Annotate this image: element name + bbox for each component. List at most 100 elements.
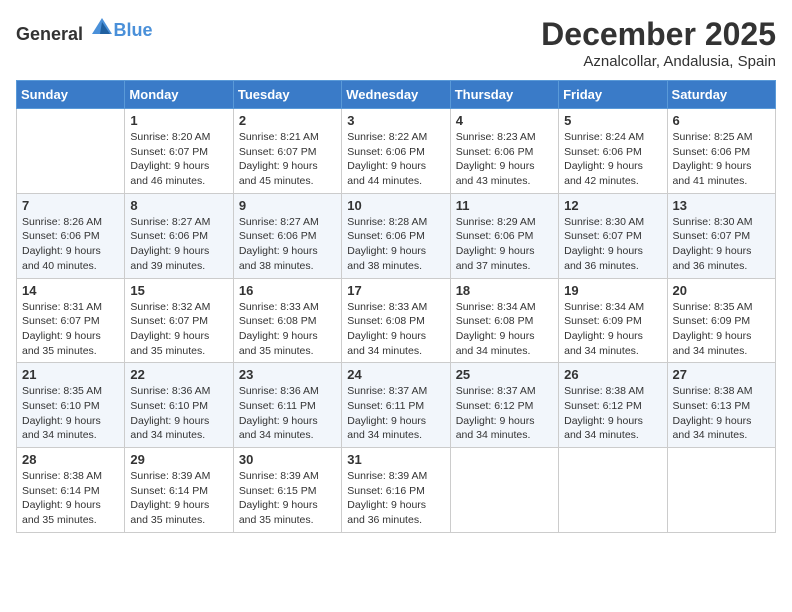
weekday-header-row: Sunday Monday Tuesday Wednesday Thursday… [17,81,776,109]
day-number: 5 [564,113,661,128]
day-info: Sunrise: 8:39 AM Sunset: 6:15 PM Dayligh… [239,469,336,528]
day-info: Sunrise: 8:39 AM Sunset: 6:16 PM Dayligh… [347,469,444,528]
table-row: 18 Sunrise: 8:34 AM Sunset: 6:08 PM Dayli… [450,278,558,363]
day-info: Sunrise: 8:25 AM Sunset: 6:06 PM Dayligh… [673,130,770,189]
day-info: Sunrise: 8:34 AM Sunset: 6:09 PM Dayligh… [564,300,661,359]
day-number: 28 [22,452,119,467]
day-info: Sunrise: 8:27 AM Sunset: 6:06 PM Dayligh… [130,215,227,274]
header-wednesday: Wednesday [342,81,450,109]
header-friday: Friday [559,81,667,109]
header-thursday: Thursday [450,81,558,109]
day-number: 3 [347,113,444,128]
table-row: 27 Sunrise: 8:38 AM Sunset: 6:13 PM Dayli… [667,363,775,448]
day-number: 24 [347,367,444,382]
day-number: 22 [130,367,227,382]
table-row: 15 Sunrise: 8:32 AM Sunset: 6:07 PM Dayli… [125,278,233,363]
day-number: 11 [456,198,553,213]
month-title: December 2025 [541,16,776,53]
table-row: 13Sunrise: 8:30 AM Sunset: 6:07 PM Dayli… [667,193,775,278]
day-info: Sunrise: 8:33 AM Sunset: 6:08 PM Dayligh… [347,300,444,359]
day-number: 9 [239,198,336,213]
day-info: Sunrise: 8:22 AM Sunset: 6:06 PM Dayligh… [347,130,444,189]
week-row-4: 21 Sunrise: 8:35 AM Sunset: 6:10 PM Dayli… [17,363,776,448]
day-info: Sunrise: 8:38 AM Sunset: 6:14 PM Dayligh… [22,469,119,528]
day-number: 18 [456,283,553,298]
table-row: 17 Sunrise: 8:33 AM Sunset: 6:08 PM Dayli… [342,278,450,363]
day-number: 16 [239,283,336,298]
day-number: 31 [347,452,444,467]
table-row: 12 Sunrise: 8:30 AM Sunset: 6:07 PM Dayli… [559,193,667,278]
day-number: 25 [456,367,553,382]
table-row [667,448,775,533]
week-row-2: 7Sunrise: 8:26 AM Sunset: 6:06 PM Daylig… [17,193,776,278]
logo-general: General [16,24,83,44]
day-info: Sunrise: 8:37 AM Sunset: 6:11 PM Dayligh… [347,384,444,443]
day-number: 27 [673,367,770,382]
day-info: Sunrise: 8:39 AM Sunset: 6:14 PM Dayligh… [130,469,227,528]
table-row: 9Sunrise: 8:27 AM Sunset: 6:06 PM Daylig… [233,193,341,278]
day-info: Sunrise: 8:35 AM Sunset: 6:10 PM Dayligh… [22,384,119,443]
day-info: Sunrise: 8:35 AM Sunset: 6:09 PM Dayligh… [673,300,770,359]
table-row: 4Sunrise: 8:23 AM Sunset: 6:06 PM Daylig… [450,109,558,194]
table-row: 6Sunrise: 8:25 AM Sunset: 6:06 PM Daylig… [667,109,775,194]
day-info: Sunrise: 8:29 AM Sunset: 6:06 PM Dayligh… [456,215,553,274]
logo: General Blue [16,16,153,45]
day-number: 19 [564,283,661,298]
day-number: 17 [347,283,444,298]
day-number: 23 [239,367,336,382]
logo-blue: Blue [114,20,153,40]
table-row: 24 Sunrise: 8:37 AM Sunset: 6:11 PM Dayli… [342,363,450,448]
table-row [17,109,125,194]
day-number: 7 [22,198,119,213]
table-row: 29 Sunrise: 8:39 AM Sunset: 6:14 PM Dayli… [125,448,233,533]
header-sunday: Sunday [17,81,125,109]
table-row: 10 Sunrise: 8:28 AM Sunset: 6:06 PM Dayli… [342,193,450,278]
table-row: 23 Sunrise: 8:36 AM Sunset: 6:11 PM Dayli… [233,363,341,448]
day-number: 13 [673,198,770,213]
day-number: 26 [564,367,661,382]
day-info: Sunrise: 8:28 AM Sunset: 6:06 PM Dayligh… [347,215,444,274]
day-number: 21 [22,367,119,382]
table-row: 31 Sunrise: 8:39 AM Sunset: 6:16 PM Dayli… [342,448,450,533]
table-row: 3 Sunrise: 8:22 AM Sunset: 6:06 PM Daylig… [342,109,450,194]
week-row-1: 1Sunrise: 8:20 AM Sunset: 6:07 PM Daylig… [17,109,776,194]
day-number: 12 [564,198,661,213]
table-row: 22Sunrise: 8:36 AM Sunset: 6:10 PM Dayli… [125,363,233,448]
table-row: 30 Sunrise: 8:39 AM Sunset: 6:15 PM Dayli… [233,448,341,533]
table-row: 11 Sunrise: 8:29 AM Sunset: 6:06 PM Dayli… [450,193,558,278]
day-info: Sunrise: 8:38 AM Sunset: 6:13 PM Dayligh… [673,384,770,443]
day-number: 1 [130,113,227,128]
table-row: 14 Sunrise: 8:31 AM Sunset: 6:07 PM Dayli… [17,278,125,363]
day-info: Sunrise: 8:34 AM Sunset: 6:08 PM Dayligh… [456,300,553,359]
table-row: 8 Sunrise: 8:27 AM Sunset: 6:06 PM Daylig… [125,193,233,278]
day-number: 15 [130,283,227,298]
table-row: 20 Sunrise: 8:35 AM Sunset: 6:09 PM Dayli… [667,278,775,363]
header-tuesday: Tuesday [233,81,341,109]
day-number: 10 [347,198,444,213]
header-saturday: Saturday [667,81,775,109]
location-title: Aznalcollar, Andalusia, Spain [541,53,776,70]
day-info: Sunrise: 8:30 AM Sunset: 6:07 PM Dayligh… [564,215,661,274]
day-info: Sunrise: 8:38 AM Sunset: 6:12 PM Dayligh… [564,384,661,443]
day-number: 8 [130,198,227,213]
day-info: Sunrise: 8:31 AM Sunset: 6:07 PM Dayligh… [22,300,119,359]
day-number: 20 [673,283,770,298]
day-number: 29 [130,452,227,467]
day-info: Sunrise: 8:33 AM Sunset: 6:08 PM Dayligh… [239,300,336,359]
day-info: Sunrise: 8:36 AM Sunset: 6:11 PM Dayligh… [239,384,336,443]
calendar-table: Sunday Monday Tuesday Wednesday Thursday… [16,80,776,533]
table-row: 2 Sunrise: 8:21 AM Sunset: 6:07 PM Daylig… [233,109,341,194]
table-row: 16 Sunrise: 8:33 AM Sunset: 6:08 PM Dayli… [233,278,341,363]
day-number: 14 [22,283,119,298]
day-info: Sunrise: 8:32 AM Sunset: 6:07 PM Dayligh… [130,300,227,359]
table-row: 26 Sunrise: 8:38 AM Sunset: 6:12 PM Dayli… [559,363,667,448]
day-number: 2 [239,113,336,128]
table-row: 5 Sunrise: 8:24 AM Sunset: 6:06 PM Daylig… [559,109,667,194]
day-number: 30 [239,452,336,467]
day-number: 4 [456,113,553,128]
day-info: Sunrise: 8:24 AM Sunset: 6:06 PM Dayligh… [564,130,661,189]
table-row: 1Sunrise: 8:20 AM Sunset: 6:07 PM Daylig… [125,109,233,194]
table-row: 7Sunrise: 8:26 AM Sunset: 6:06 PM Daylig… [17,193,125,278]
header-monday: Monday [125,81,233,109]
day-info: Sunrise: 8:21 AM Sunset: 6:07 PM Dayligh… [239,130,336,189]
